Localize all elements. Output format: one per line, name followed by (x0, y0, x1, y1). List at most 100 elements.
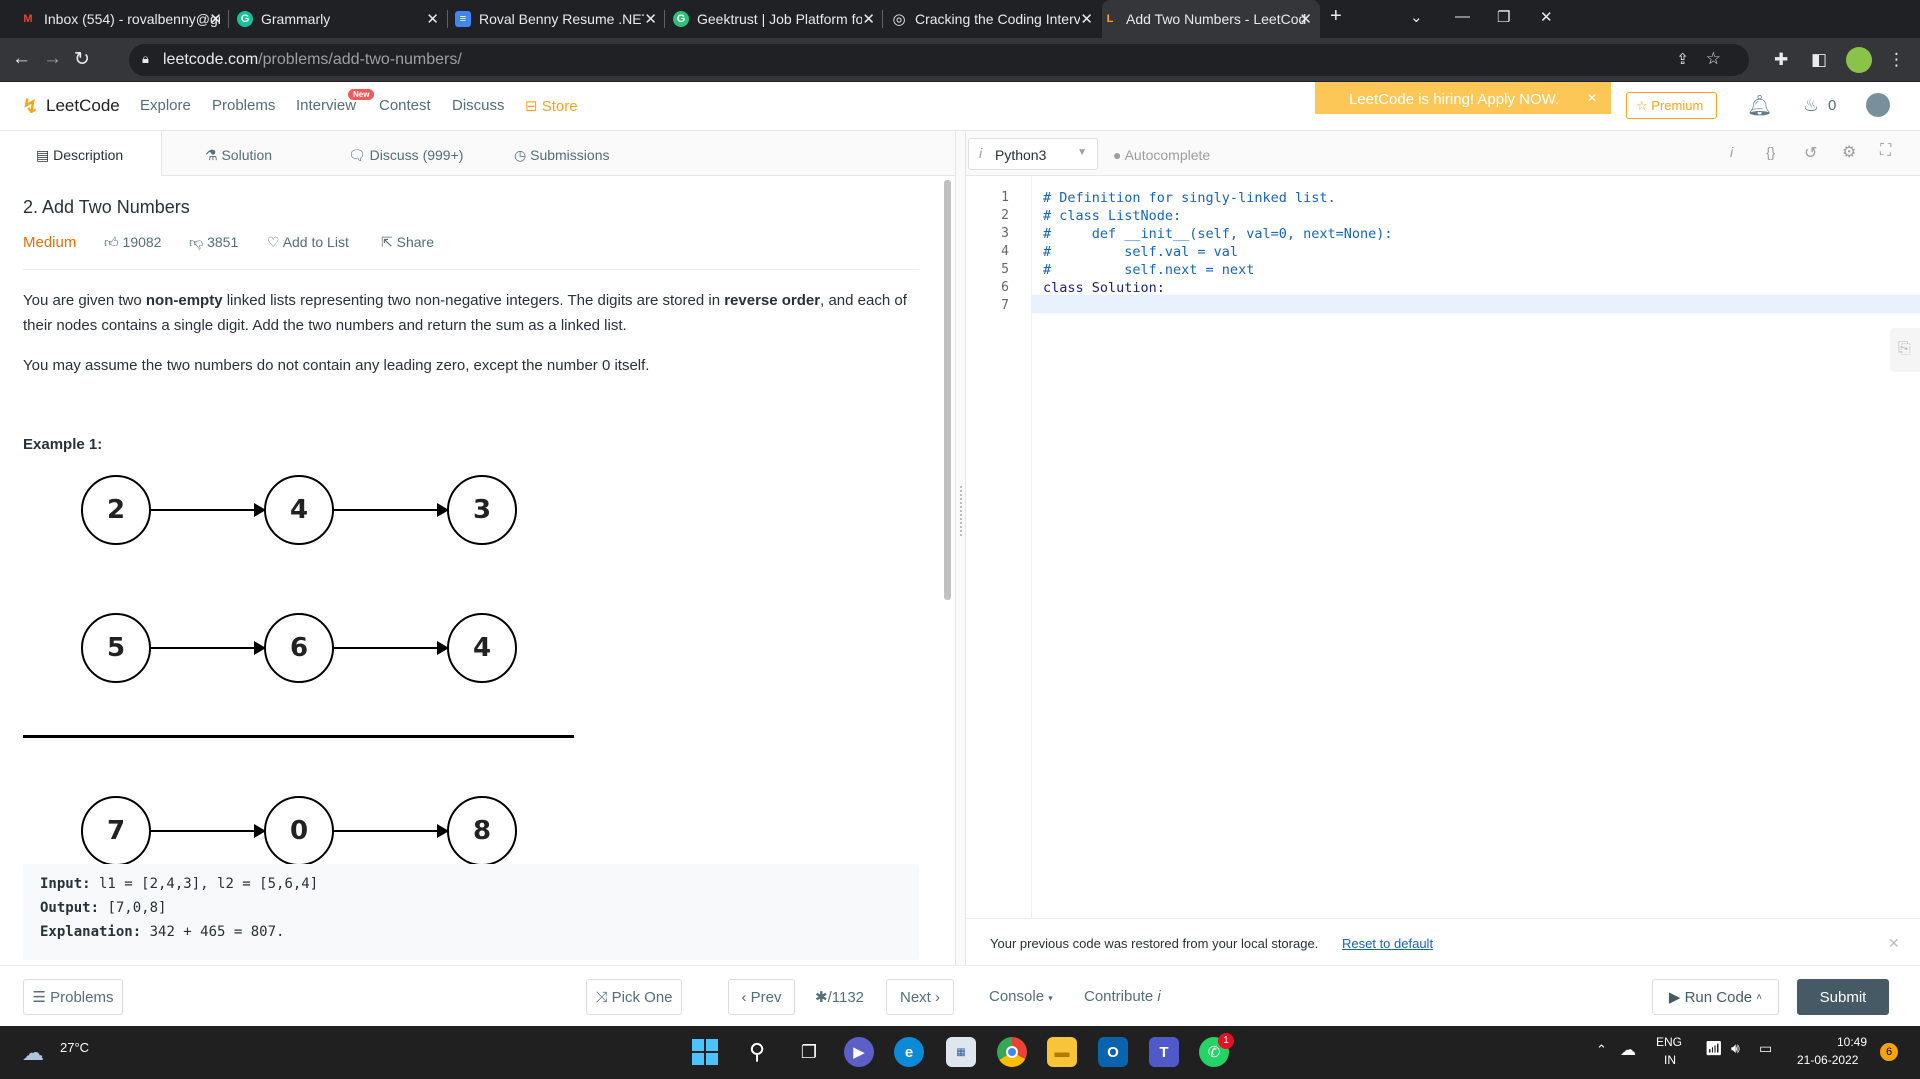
fullscreen-icon[interactable]: ⛶ (1880, 142, 1891, 160)
pick-one-button[interactable]: ⤨ Pick One (586, 979, 682, 1015)
panel-splitter[interactable] (955, 131, 966, 965)
nav-contest[interactable]: Contest (379, 97, 431, 114)
windows-start-icon[interactable] (690, 1037, 720, 1067)
code-line: # self.val = val (1043, 244, 1239, 260)
autocomplete-toggle[interactable]: ● Autocomplete (1113, 147, 1210, 163)
address-bar[interactable]: 🔒︎ leetcode.com/problems/add-two-numbers… (129, 44, 1749, 76)
nav-explore[interactable]: Explore (140, 97, 191, 114)
tab-search-icon[interactable]: ⌄ (1410, 8, 1423, 26)
photos-icon[interactable]: ▦ (946, 1037, 976, 1067)
problems-list-button[interactable]: ☰ Problems (23, 979, 123, 1015)
close-tab-icon[interactable]: ✕ (644, 10, 657, 28)
hiring-text: LeetCode is hiring! Apply NOW. (1349, 91, 1560, 108)
back-icon[interactable]: ← (12, 48, 31, 70)
problem-counter[interactable]: ✱/1132 (815, 988, 864, 1006)
close-tab-icon[interactable]: ✕ (1299, 10, 1312, 28)
nav-discuss[interactable]: Discuss (452, 97, 505, 114)
browser-tab-ctci[interactable]: ◎ Cracking the Coding Interview.p ✕ (891, 0, 1101, 38)
contribute-link[interactable]: Contribute i (1084, 988, 1161, 1005)
tab-description[interactable]: ▤ Description (0, 131, 162, 176)
edge-icon[interactable]: e (894, 1037, 924, 1067)
language-indicator[interactable]: ENG (1656, 1035, 1682, 1049)
nav-store[interactable]: ⊟ Store (525, 97, 578, 115)
add-to-list-button[interactable]: ♡ Add to List (267, 234, 349, 251)
tray-chevron-icon[interactable]: ⌃ (1596, 1042, 1607, 1058)
search-icon[interactable]: ⚲ (742, 1037, 772, 1067)
run-code-button[interactable]: ▶ Run Code ˄ (1652, 979, 1779, 1015)
prev-button[interactable]: ‹ Prev (728, 979, 795, 1015)
browser-tab-geektrust[interactable]: G Geektrust | Job Platform for Dev ✕ (673, 0, 883, 38)
browser-tab-docs[interactable]: ≡ Roval Benny Resume .NET - Goo ✕ (455, 0, 665, 38)
next-button[interactable]: Next › (886, 979, 954, 1015)
weather-cloud-icon[interactable]: ☁ (22, 1040, 44, 1066)
settings-icon[interactable]: ⚙ (1842, 142, 1856, 162)
bell-icon[interactable]: 🔔︎ (1747, 93, 1772, 118)
chrome-icon[interactable] (997, 1037, 1027, 1067)
url-text[interactable]: leetcode.com/problems/add-two-numbers/ (163, 51, 462, 69)
submit-button[interactable]: Submit (1797, 979, 1889, 1015)
console-toggle[interactable]: Console ▾ (989, 988, 1053, 1005)
minimize-icon[interactable]: — (1455, 8, 1470, 25)
profile-avatar[interactable] (1846, 47, 1872, 73)
tab-solution[interactable]: ⚗ Solution (205, 131, 272, 176)
chrome-menu-icon[interactable]: ⋮ (1888, 50, 1905, 70)
close-banner-icon[interactable]: ✕ (1587, 91, 1597, 105)
browser-tab-grammarly[interactable]: G Grammarly ✕ (237, 0, 447, 38)
language-select[interactable]: i Python3 ▼ (968, 138, 1098, 170)
onedrive-icon[interactable]: ☁ (1620, 1040, 1636, 1060)
close-tab-icon[interactable]: ✕ (1080, 10, 1093, 28)
braces-icon[interactable]: {} (1766, 144, 1775, 160)
restore-icon[interactable]: ❐ (1497, 8, 1510, 26)
close-notice-icon[interactable]: ✕ (1888, 935, 1900, 952)
close-tab-icon[interactable]: ✕ (209, 10, 222, 28)
tab-submissions[interactable]: ◷ Submissions (514, 131, 609, 176)
battery-icon[interactable]: ▭ (1759, 1040, 1772, 1057)
browser-tab-gmail[interactable]: M Inbox (554) - rovalbenny@gmail ✕ (20, 0, 230, 38)
weather-temp[interactable]: 27°C (60, 1040, 89, 1055)
like-button[interactable]: 👍︎ 19082 (104, 234, 161, 251)
teams-chat-icon[interactable]: ▶ (844, 1037, 874, 1067)
list1-node-2: 3 (447, 475, 517, 545)
file-explorer-icon[interactable]: ▬ (1047, 1037, 1077, 1067)
task-view-icon[interactable]: ❐ (794, 1037, 824, 1067)
reset-icon[interactable]: ↺ (1804, 143, 1817, 163)
volume-icon[interactable]: 🔊︎ (1731, 1040, 1740, 1057)
description-scrollbar[interactable] (944, 180, 951, 600)
clock-date[interactable]: 21-06-2022 (1797, 1053, 1858, 1067)
outlook-icon[interactable]: O (1098, 1037, 1128, 1067)
teams-icon[interactable]: T (1149, 1037, 1179, 1067)
side-panel-icon[interactable]: ◧ (1811, 50, 1827, 70)
code-editor[interactable]: 1 2 3 4 5 6 7 # Definition for singly-li… (966, 176, 1920, 918)
close-tab-icon[interactable]: ✕ (426, 10, 439, 28)
reload-icon[interactable]: ↻ (74, 48, 90, 71)
copy-side-icon[interactable]: ⎘ (1890, 328, 1920, 372)
notification-badge[interactable]: 6 (1880, 1043, 1898, 1061)
tab-label: Submissions (530, 147, 610, 163)
bookmark-star-icon[interactable]: ☆ (1706, 49, 1721, 69)
info-icon[interactable]: i (1730, 144, 1733, 160)
browser-tab-leetcode[interactable]: L Add Two Numbers - LeetCode ✕ (1102, 0, 1320, 38)
nav-problems[interactable]: Problems (212, 97, 275, 114)
forward-icon[interactable]: → (43, 48, 62, 70)
close-tab-icon[interactable]: ✕ (862, 10, 875, 28)
chevron-right-icon: › (935, 988, 940, 1006)
user-avatar-icon[interactable] (1866, 93, 1890, 117)
share-button[interactable]: ⇱ Share (381, 234, 434, 251)
premium-button[interactable]: ☆ Premium (1626, 92, 1717, 119)
dislike-button[interactable]: 👎︎ 3851 (189, 234, 238, 251)
leetcode-logo-icon[interactable]: ↯ (22, 94, 39, 119)
close-window-icon[interactable]: ✕ (1540, 8, 1553, 26)
streak-flame-icon[interactable]: ♨ (1803, 95, 1819, 116)
share-icon[interactable]: ⇪ (1676, 50, 1689, 68)
nav-interview[interactable]: Interview (296, 97, 356, 114)
clock-time[interactable]: 10:49 (1837, 1035, 1867, 1049)
reset-to-default-link[interactable]: Reset to default (1342, 936, 1433, 951)
region-indicator[interactable]: IN (1664, 1053, 1676, 1067)
hiring-banner[interactable]: LeetCode is hiring! Apply NOW. ✕ (1315, 82, 1611, 114)
wifi-icon[interactable]: 📶︎ (1705, 1040, 1723, 1057)
new-tab-button[interactable]: + (1330, 5, 1342, 28)
arrow (334, 641, 449, 655)
tab-discuss[interactable]: 🗨︎ Discuss (999+) (348, 131, 463, 176)
extensions-icon[interactable]: ✚ (1774, 50, 1788, 70)
leetcode-logo-text[interactable]: LeetCode (46, 96, 120, 116)
